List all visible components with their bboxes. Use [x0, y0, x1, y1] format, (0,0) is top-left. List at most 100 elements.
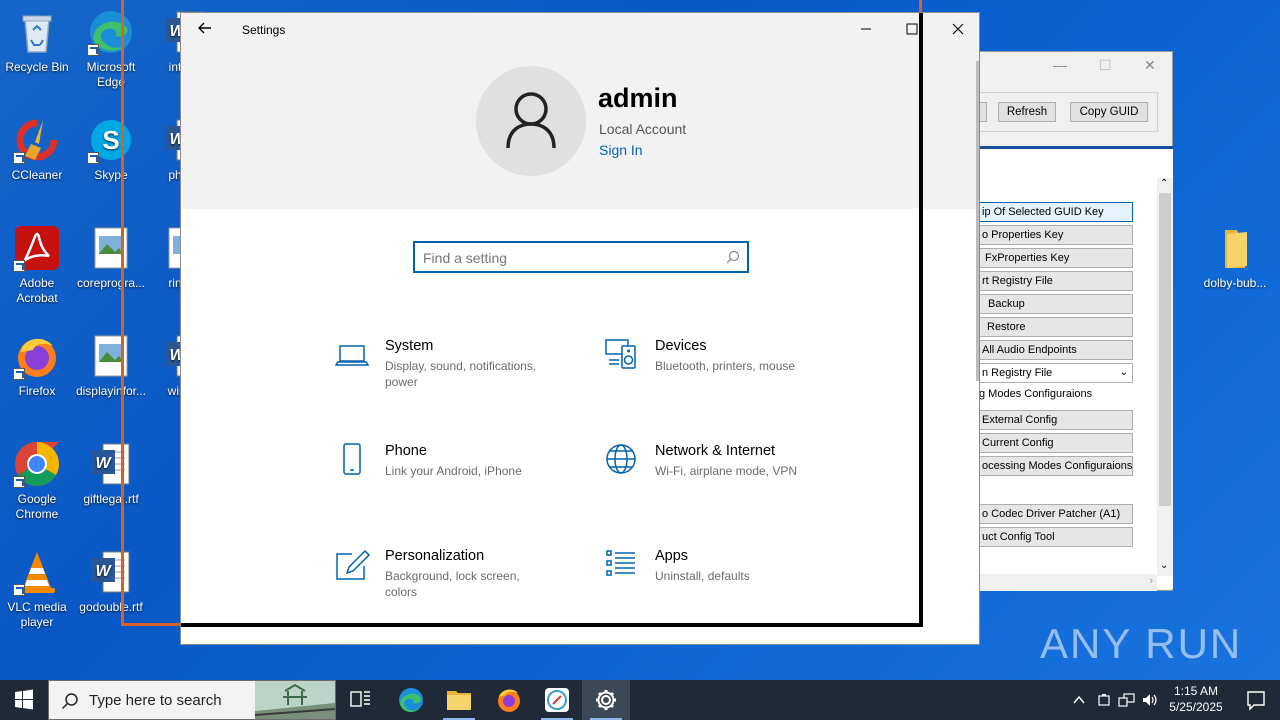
category-description: Display, sound, notifications, power [385, 359, 537, 389]
tool-button[interactable]: All Audio Endpoints [979, 340, 1133, 360]
tool-button[interactable]: ocessing Modes Configuraions [979, 456, 1133, 476]
globe-icon [606, 444, 636, 474]
folder-icon [1211, 224, 1259, 272]
avatar [476, 66, 586, 176]
tool-button[interactable]: Current Config [979, 433, 1133, 453]
windows-logo-icon [15, 689, 33, 710]
desktop-icon-skype[interactable]: S Skype [74, 116, 148, 183]
maximize-button[interactable] [889, 17, 935, 45]
back-arrow-icon[interactable] [194, 20, 216, 40]
desktop-icon-firefox[interactable]: Firefox [0, 332, 74, 399]
volume-icon[interactable] [1141, 692, 1159, 708]
close-icon[interactable]: ✕ [1144, 57, 1156, 74]
search-input[interactable] [423, 248, 713, 268]
desktop-icon-dolby-folder[interactable]: dolby-bub... [1197, 224, 1273, 291]
desktop-icon-label: Google Chrome [15, 492, 59, 521]
category-apps[interactable]: Apps Uninstall, defaults [605, 548, 845, 618]
category-phone[interactable]: Phone Link your Android, iPhone [335, 443, 575, 513]
desktop-icon-ccleaner[interactable]: CCleaner [0, 116, 74, 183]
search-icon [61, 693, 78, 710]
tool-button[interactable]: FxProperties Key [979, 248, 1133, 268]
minimize-icon [861, 28, 871, 30]
desktop-icon-recycle-bin[interactable]: Recycle Bin [0, 8, 74, 75]
desktop-icon-label: Firefox [18, 384, 56, 398]
category-name: Phone [385, 443, 427, 459]
user-icon [506, 92, 556, 149]
tool-button[interactable]: ip Of Selected GUID Key [979, 202, 1133, 222]
desktop-icon-giftlegal[interactable]: W giftlegal.rtf [74, 440, 148, 507]
search-icon [726, 250, 740, 264]
scroll-up-icon[interactable]: ⌃ [1160, 178, 1168, 189]
taskbar-settings[interactable] [582, 680, 630, 720]
horizontal-scrollbar[interactable]: › [979, 574, 1157, 591]
task-view-button[interactable] [336, 680, 384, 720]
desktop-icon-edge[interactable]: Microsoft Edge [74, 8, 148, 90]
tool-button[interactable]: o Codec Driver Patcher (A1) [979, 504, 1133, 524]
settings-window[interactable]: Settings admin Local Account Sign In Fin… [180, 12, 980, 645]
category-personalization[interactable]: Personalization Background, lock screen,… [335, 548, 575, 618]
frame-line-bottom [121, 623, 181, 626]
tool-button[interactable]: rt Registry File [979, 271, 1133, 291]
dropdown-value: n Registry File [982, 367, 1053, 379]
scroll-down-icon[interactable]: ⌄ [1160, 560, 1168, 571]
settings-scrollbar[interactable] [976, 61, 979, 381]
devices-icon [605, 339, 636, 369]
scrollbar-thumb[interactable] [1159, 193, 1171, 506]
sign-in-link[interactable]: Sign In [599, 142, 643, 158]
desktop-icon-displayinfo[interactable]: displayinfor... [74, 332, 148, 399]
category-network[interactable]: Network & Internet Wi-Fi, airplane mode,… [605, 443, 845, 513]
tool-button[interactable]: Restore [979, 317, 1133, 337]
registry-dropdown[interactable]: n Registry File ⌄ [979, 363, 1133, 383]
desktop-icon-godouble[interactable]: W godouble.rtf [74, 548, 148, 615]
title-bar[interactable]: Settings [181, 13, 979, 47]
category-system[interactable]: System Display, sound, notifications, po… [335, 338, 575, 408]
notification-icon [1247, 691, 1265, 711]
start-button[interactable] [0, 680, 48, 720]
firefox-icon [13, 332, 61, 380]
svg-text:W: W [95, 455, 112, 472]
desktop-icon-chrome[interactable]: Google Chrome [0, 440, 74, 522]
taskbar-fx-app[interactable] [533, 680, 581, 720]
settings-search[interactable] [413, 241, 749, 273]
close-button[interactable] [935, 17, 979, 45]
window-title: Settings [242, 23, 286, 37]
taskbar-firefox[interactable] [485, 680, 533, 720]
background-tool-window[interactable]: — ☐ ✕ Refresh Copy GUID ip Of Selected G… [978, 51, 1173, 591]
close-icon [952, 23, 964, 35]
minimize-icon[interactable]: — [1053, 57, 1067, 73]
taskbar-file-explorer[interactable] [435, 680, 483, 720]
minimize-button[interactable] [843, 17, 889, 45]
taskbar-edge[interactable] [387, 680, 435, 720]
desktop-icon-vlc[interactable]: VLC media player [0, 548, 74, 630]
overlay-edge-right [919, 13, 923, 627]
desktop-icon-coreprogram[interactable]: coreprogra... [74, 224, 148, 291]
edge-icon [399, 688, 423, 712]
system-tray [1070, 680, 1160, 720]
desktop-icon-adobe-acrobat[interactable]: Adobe Acrobat [0, 224, 74, 306]
dropdown-stub[interactable] [979, 102, 987, 122]
tool-button[interactable]: External Config [979, 410, 1133, 430]
category-devices[interactable]: Devices Bluetooth, printers, mouse [605, 338, 845, 408]
taskbar-search[interactable]: Type here to search [48, 680, 336, 720]
category-name: Devices [655, 338, 707, 354]
tool-button[interactable]: uct Config Tool [979, 527, 1133, 547]
user-name: admin [598, 83, 678, 113]
image-file-icon [87, 224, 135, 272]
system-clock[interactable]: 1:15 AM 5/25/2025 [1160, 683, 1232, 715]
device-tray-icon[interactable] [1096, 692, 1112, 708]
tool-button[interactable]: Backup [979, 294, 1133, 314]
chevron-up-icon[interactable] [1072, 693, 1086, 707]
tool-button[interactable]: o Properties Key [979, 225, 1133, 245]
maximize-icon[interactable]: ☐ [1099, 57, 1112, 74]
refresh-button[interactable]: Refresh [998, 102, 1056, 122]
desktop: Recycle Bin CCleaner Adobe Acrobat Firef… [0, 0, 1280, 680]
network-icon[interactable] [1118, 692, 1136, 708]
edge-icon [87, 8, 135, 56]
fx-app-icon [545, 688, 569, 712]
action-center-button[interactable] [1232, 680, 1280, 720]
scroll-right-icon[interactable]: › [1149, 575, 1153, 587]
desktop-icon-label: Microsoft Edge [86, 60, 136, 89]
desktop-icon-label: godouble.rtf [79, 600, 143, 614]
copy-guid-button[interactable]: Copy GUID [1070, 102, 1148, 122]
firefox-icon [498, 689, 520, 712]
